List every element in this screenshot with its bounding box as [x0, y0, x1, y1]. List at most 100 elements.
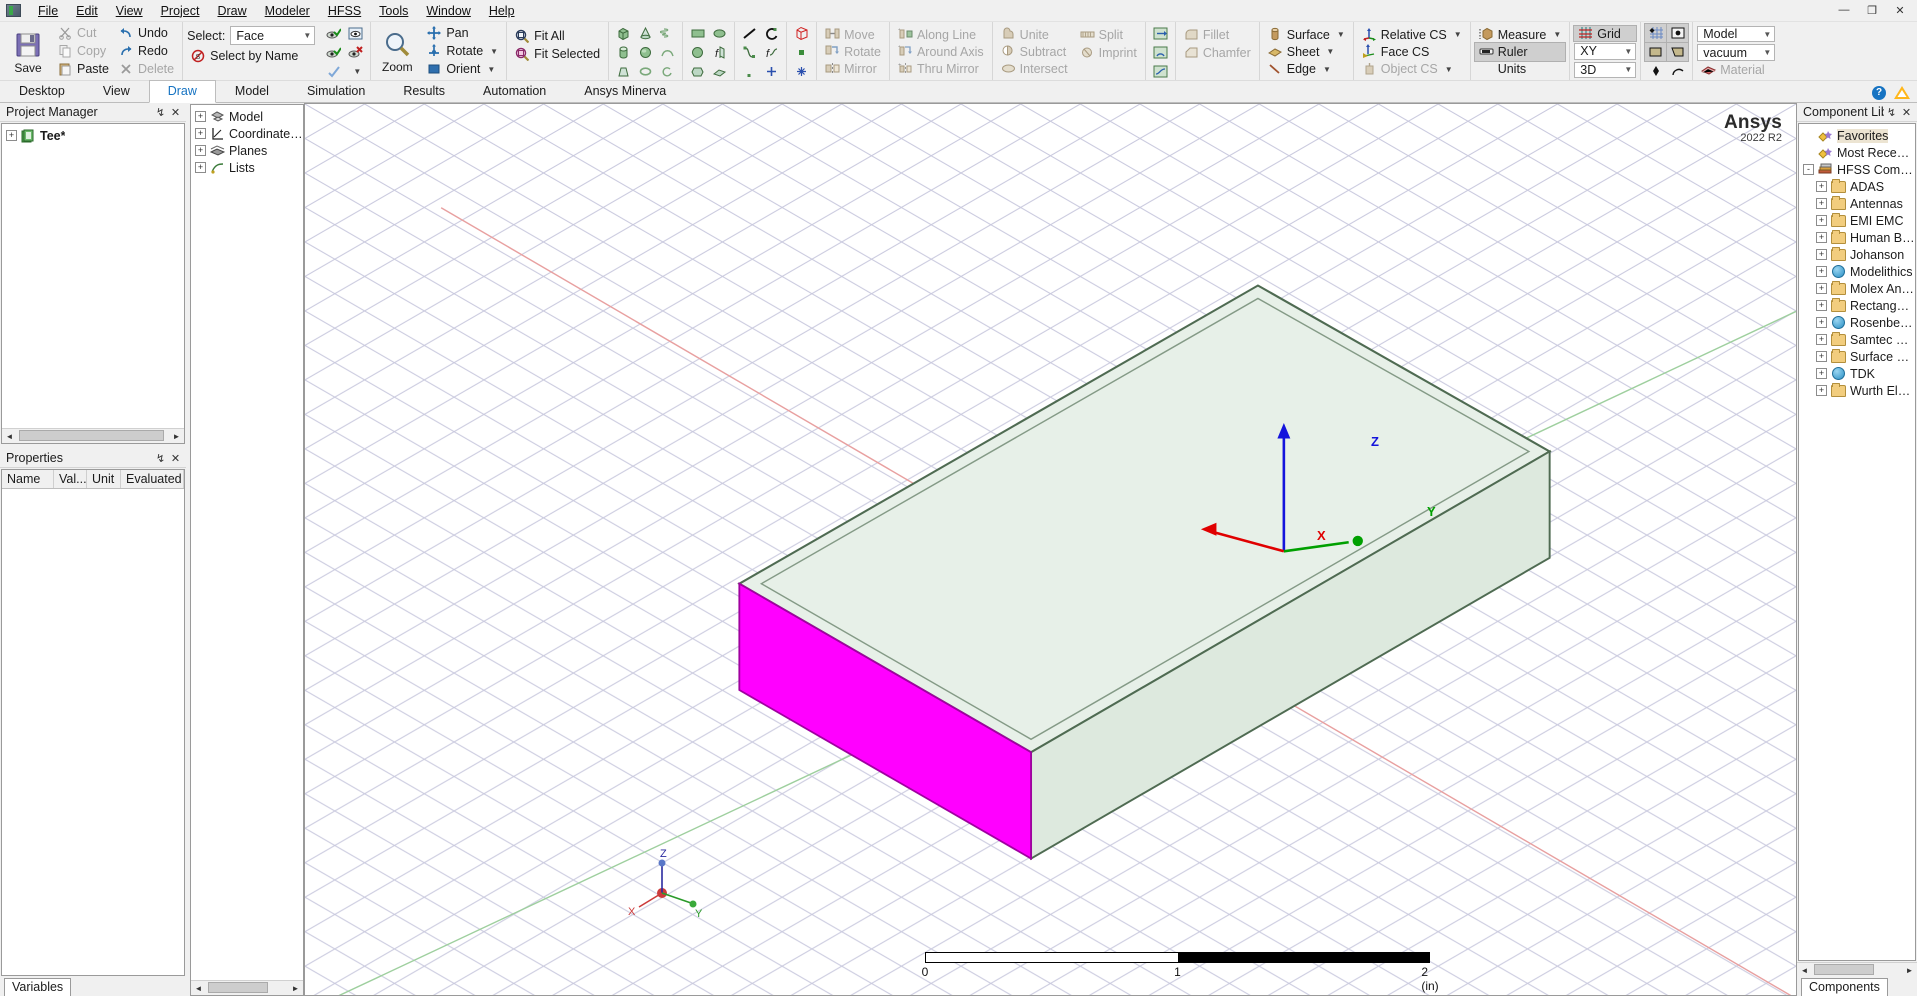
draw-circle-icon[interactable] [687, 43, 708, 61]
snap-point-icon[interactable] [1666, 23, 1690, 43]
duplicate-thru-mirror-button[interactable]: + Thru Mirror [894, 61, 988, 78]
menu-edit[interactable]: Edit [67, 2, 107, 20]
draw-sphere-icon[interactable] [635, 43, 656, 61]
menu-file[interactable]: File [29, 2, 67, 20]
create-region-icon[interactable] [791, 24, 812, 42]
column-header-value[interactable]: Val... [54, 470, 87, 488]
3d-viewport[interactable]: Z X Y Ansys 2022 R2 Z X Y 0 1 2 (in) [304, 103, 1797, 996]
component-library-item[interactable]: + Antennas [1803, 195, 1915, 212]
expander-icon[interactable]: + [1816, 198, 1827, 209]
edge-button[interactable]: Edge ▼ [1264, 61, 1349, 78]
column-header-name[interactable]: Name [2, 470, 54, 488]
draw-helix-icon[interactable] [657, 24, 678, 42]
scroll-right-icon[interactable]: ► [169, 429, 184, 443]
scroll-right-icon[interactable]: ► [1902, 963, 1917, 977]
units-button[interactable]: Units [1475, 61, 1566, 78]
menu-draw[interactable]: Draw [208, 2, 255, 20]
draw-torus-icon[interactable] [635, 62, 656, 80]
expander-icon[interactable]: + [1816, 266, 1827, 277]
component-library-item[interactable]: + EMI EMC [1803, 212, 1915, 229]
draw-arc-icon[interactable] [761, 24, 782, 42]
pin-icon[interactable]: ↯ [153, 105, 168, 120]
sweep-along-path-icon[interactable] [1150, 62, 1171, 80]
draw-box-icon[interactable] [613, 24, 634, 42]
component-library-item[interactable]: + Human Body [1803, 229, 1915, 246]
measure-button[interactable]: Measure ▼ [1475, 26, 1566, 43]
scroll-left-icon[interactable]: ◄ [191, 981, 206, 995]
delete-button[interactable]: Delete [115, 60, 178, 78]
unite-button[interactable]: Unite [997, 26, 1072, 43]
expander-icon[interactable]: + [1816, 334, 1827, 345]
snap-rectangle-icon[interactable] [1644, 42, 1668, 62]
expander-icon[interactable]: + [1816, 283, 1827, 294]
duplicate-along-line-button[interactable]: + Along Line [894, 26, 988, 43]
chamfer-button[interactable]: Chamfer [1180, 44, 1255, 62]
select-by-name-button[interactable]: S Select by Name [187, 47, 315, 65]
draw-rectangle-icon[interactable] [687, 24, 708, 42]
minimize-button[interactable]: — [1831, 1, 1857, 19]
snap-vertex-icon[interactable] [1645, 62, 1666, 80]
component-library-item[interactable]: + Samtec Conn [1803, 331, 1915, 348]
model-tree-node-lists[interactable]: + Lists [195, 159, 303, 176]
component-library-item[interactable]: - HFSS Componen [1803, 161, 1915, 178]
menu-hfss[interactable]: HFSS [319, 2, 370, 20]
subtract-button[interactable]: Subtract [997, 43, 1072, 60]
component-library-item[interactable]: + Rectangular [1803, 297, 1915, 314]
fit-all-button[interactable]: Fit All [511, 27, 604, 45]
draw-equation-line-icon[interactable]: f [761, 43, 782, 61]
model-tree-node-model[interactable]: + Model [195, 108, 303, 125]
scroll-thumb[interactable] [1814, 964, 1874, 975]
draw-equation-curve-icon[interactable]: f [709, 43, 730, 61]
component-library-hscrollbar[interactable]: ◄ ► [1797, 962, 1917, 977]
draw-ellipse-icon[interactable] [709, 24, 730, 42]
close-icon[interactable]: ✕ [1899, 105, 1914, 120]
component-library-item[interactable]: + Rosenberger [1803, 314, 1915, 331]
draw-regular-polygon-icon[interactable] [687, 62, 708, 80]
model-tree-hscrollbar[interactable]: ◄ ► [191, 980, 303, 995]
model-tree-node-coordinate-systems[interactable]: + Coordinate Syst [195, 125, 303, 142]
sweep-around-axis-icon[interactable] [1150, 43, 1171, 61]
sweep-vector-icon[interactable] [1150, 24, 1171, 42]
menu-modeler[interactable]: Modeler [256, 2, 319, 20]
redo-button[interactable]: Redo [115, 42, 178, 60]
expander-icon[interactable]: + [1816, 249, 1827, 260]
expander-icon[interactable]: + [1816, 368, 1827, 379]
rotate-view-button[interactable]: Rotate ▼ [423, 42, 502, 60]
fit-selected-button[interactable]: Fit Selected [511, 45, 604, 63]
draw-bondwire-icon[interactable] [657, 43, 678, 61]
draw-cylinder-icon[interactable] [613, 43, 634, 61]
draw-cone-icon[interactable] [635, 24, 656, 42]
move-button[interactable]: Move [821, 26, 885, 43]
component-library-tree[interactable]: Favorites Most Recently U - HFSS Componen + A… [1798, 123, 1916, 961]
expander-icon[interactable]: + [1816, 232, 1827, 243]
model-tree-node-planes[interactable]: + Planes [195, 142, 303, 159]
draw-spline-icon[interactable] [739, 43, 760, 61]
face-cs-button[interactable]: Face CS [1358, 43, 1466, 60]
tab-results[interactable]: Results [384, 80, 464, 102]
tab-draw[interactable]: Draw [148, 80, 216, 103]
hide-selection-icon[interactable] [323, 43, 344, 61]
imprint-button[interactable]: Imprint [1076, 44, 1141, 62]
material-button[interactable]: Material [1697, 63, 1775, 78]
model-tree[interactable]: + Model + Coordinate Syst + Planes [190, 104, 304, 996]
expander-icon[interactable]: + [195, 162, 206, 173]
close-icon[interactable]: ✕ [168, 105, 183, 120]
draw-line-icon[interactable] [739, 24, 760, 42]
zoom-button[interactable]: Zoom [375, 24, 419, 78]
expander-icon[interactable]: + [195, 145, 206, 156]
draw-center-point-icon[interactable] [761, 62, 782, 80]
draw-spiral-icon[interactable] [657, 62, 678, 80]
view-visibility-icon[interactable] [345, 24, 366, 42]
duplicate-around-axis-button[interactable]: + Around Axis [894, 43, 988, 60]
menu-window[interactable]: Window [417, 2, 479, 20]
tab-components[interactable]: Components [1801, 978, 1888, 996]
snap-arc-icon[interactable] [1667, 62, 1688, 80]
column-header-unit[interactable]: Unit [87, 470, 121, 488]
component-library-item[interactable]: Favorites [1803, 127, 1915, 144]
project-tree-hscrollbar[interactable]: ◄ ► [2, 428, 184, 443]
draw-plane-icon[interactable] [709, 62, 730, 80]
visibility-more-icon[interactable]: ▼ [345, 62, 366, 80]
component-library-item[interactable]: + Wurth Elektr [1803, 382, 1915, 399]
tab-simulation[interactable]: Simulation [288, 80, 384, 102]
menu-project[interactable]: Project [152, 2, 209, 20]
